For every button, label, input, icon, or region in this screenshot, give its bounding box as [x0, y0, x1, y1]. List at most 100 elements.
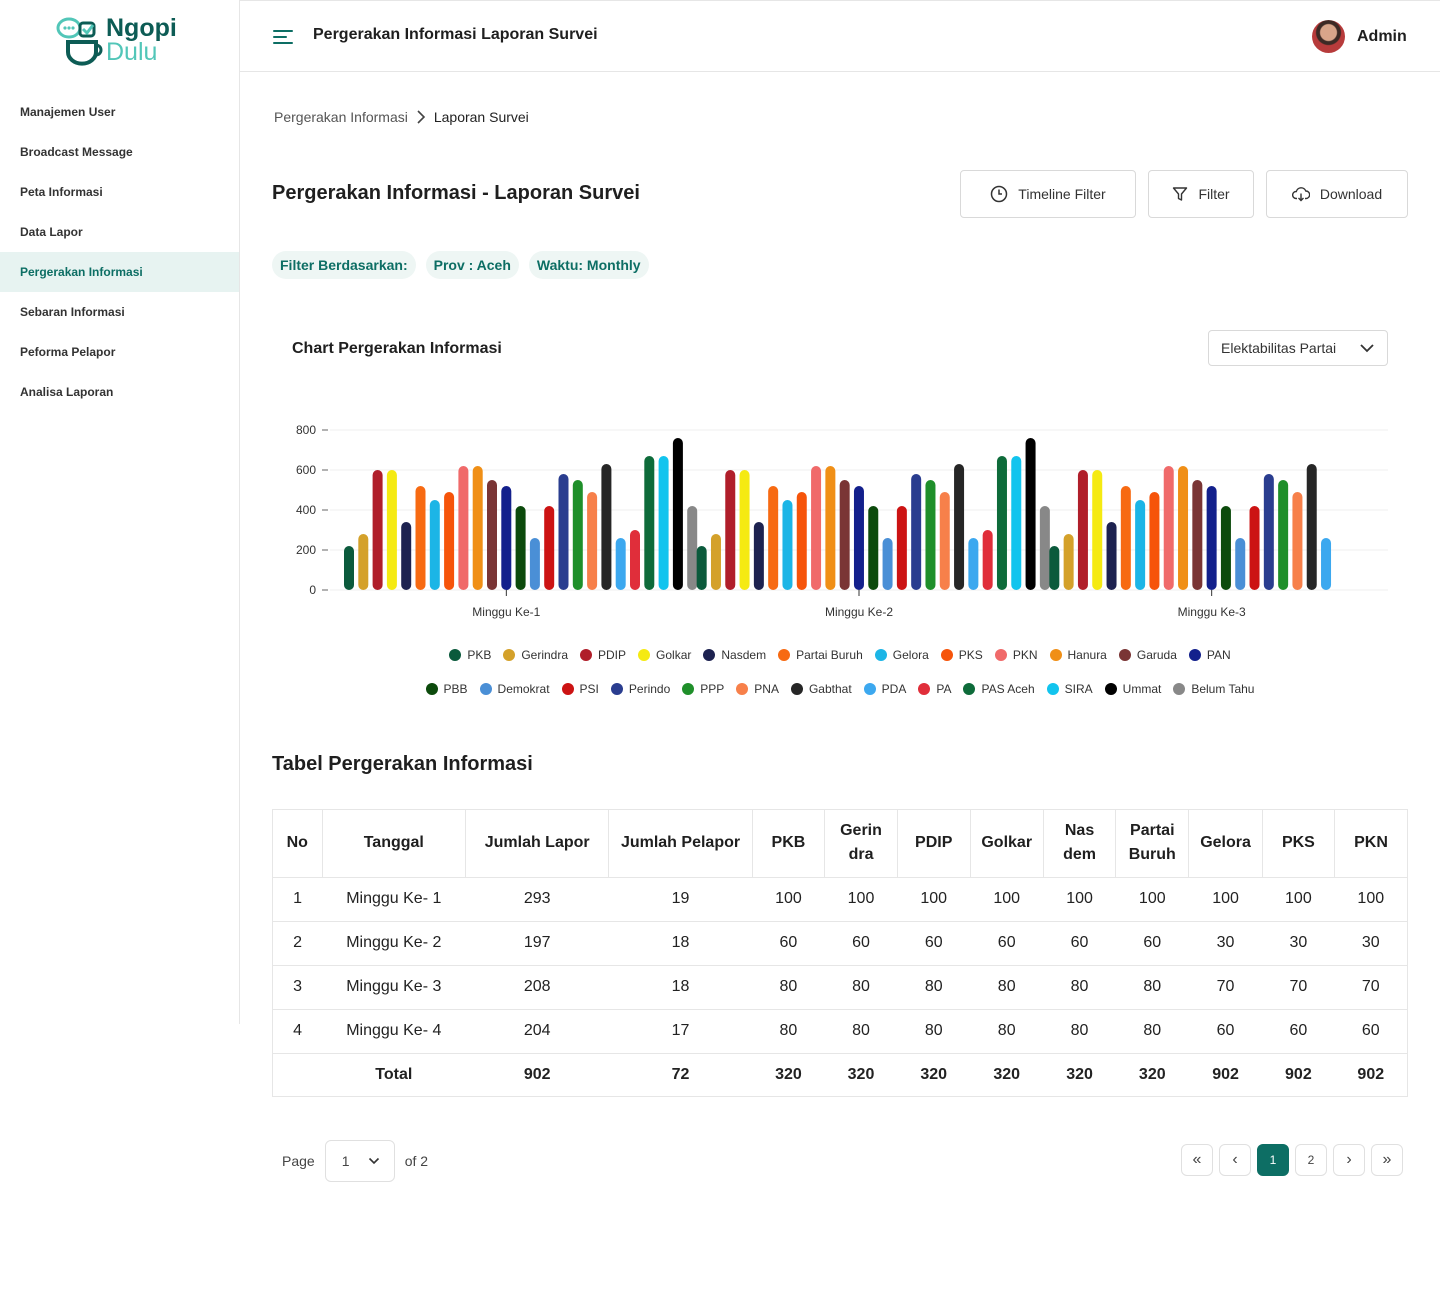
table-cell: 320	[847, 1066, 875, 1084]
table-cell: 1	[273, 877, 323, 922]
legend-item[interactable]: SIRA	[1046, 682, 1093, 696]
table-cell: 70	[1188, 965, 1263, 1010]
download-button[interactable]: Download	[1266, 170, 1408, 218]
legend-item[interactable]: PKB	[449, 648, 491, 662]
page-label: Page	[282, 1153, 315, 1169]
legend-item[interactable]: Nasdem	[703, 648, 766, 662]
table-cell: 3	[273, 965, 323, 1010]
legend-item[interactable]: PKS	[940, 648, 983, 662]
y-tick-label: 0	[309, 583, 316, 597]
legend-item[interactable]: PAN	[1188, 648, 1231, 662]
legend-item[interactable]: PDIP	[580, 648, 626, 662]
chevron-down-icon	[368, 1157, 379, 1165]
table-cell: Total	[375, 1066, 413, 1084]
sidebar-item-peta-informasi[interactable]: Peta Informasi	[0, 172, 239, 212]
legend-item[interactable]: Gabthat	[790, 682, 852, 696]
sidebar-item-sebaran-informasi[interactable]: Sebaran Informasi	[0, 292, 239, 332]
table-cell: 320	[1138, 1066, 1166, 1084]
table-cell: 320	[993, 1066, 1021, 1084]
bar-perindo	[911, 474, 922, 590]
bar-sira	[1011, 456, 1022, 590]
chart-metric-dropdown[interactable]: Elektabilitas Partai	[1208, 330, 1388, 366]
table-cell: 100	[752, 877, 825, 922]
breadcrumb-parent[interactable]: Pergerakan Informasi	[274, 109, 408, 125]
table-cell: 100	[824, 877, 898, 922]
bar-psi	[1249, 506, 1260, 590]
bar-garuda	[839, 480, 850, 590]
sidebar-item-peforma-pelapor[interactable]: Peforma Pelapor	[0, 332, 239, 372]
legend-label: PAN	[1206, 648, 1231, 662]
menu-icon[interactable]	[273, 28, 295, 46]
legend-swatch	[561, 683, 574, 695]
table-cell: 100	[1188, 877, 1263, 922]
sidebar-item-analisa-laporan[interactable]: Analisa Laporan	[0, 372, 239, 412]
timeline-filter-label: Timeline Filter	[1018, 186, 1106, 202]
table-row: 2 Minggu Ke- 2 197 18 60 60 60 60 60 60 30 30 30	[273, 921, 1407, 966]
legend-item[interactable]: Demokrat	[479, 682, 550, 696]
sidebar-item-data-lapor[interactable]: Data Lapor	[0, 212, 239, 252]
bar-nasdem	[1106, 522, 1117, 590]
legend-item[interactable]: PKN	[994, 648, 1038, 662]
bar-belum-tahu	[687, 506, 698, 590]
legend-item[interactable]: PA	[918, 682, 951, 696]
legend-item[interactable]: Hanura	[1049, 648, 1107, 662]
legend-swatch	[994, 649, 1007, 661]
filter-chip-prov[interactable]: Prov : Aceh	[425, 251, 519, 279]
bar-pbb	[868, 506, 879, 590]
next-page-button[interactable]: ›	[1333, 1144, 1365, 1176]
prev-page-button[interactable]: ‹	[1219, 1144, 1251, 1176]
legend-item[interactable]: Garuda	[1118, 648, 1177, 662]
legend-item[interactable]: PBB	[425, 682, 468, 696]
clock-icon	[991, 185, 1008, 203]
legend-item[interactable]: PAS Aceh	[963, 682, 1035, 696]
legend-item[interactable]: Gerindra	[503, 648, 568, 662]
sidebar-item-pergerakan-informasi[interactable]: Pergerakan Informasi	[0, 252, 239, 292]
sidebar-item-broadcast-message[interactable]: Broadcast Message	[0, 132, 239, 172]
table-cell: 80	[970, 1009, 1044, 1054]
bar-pa	[982, 530, 993, 590]
page-button-1[interactable]: 1	[1257, 1144, 1289, 1176]
bar-ummat	[672, 438, 683, 590]
filter-button[interactable]: Filter	[1148, 170, 1254, 218]
breadcrumb: Pergerakan Informasi Laporan Survei	[274, 109, 529, 125]
column-header: Partai Buruh	[1115, 810, 1190, 878]
legend-item[interactable]: Perindo	[610, 682, 670, 696]
timeline-filter-button[interactable]: Timeline Filter	[960, 170, 1136, 218]
legend-item[interactable]: PSI	[561, 682, 599, 696]
legend-item[interactable]: Golkar	[638, 648, 691, 662]
table-cell: 70	[1262, 965, 1335, 1010]
legend-item[interactable]: PPP	[682, 682, 724, 696]
chevron-right-icon	[417, 110, 425, 124]
legend-item[interactable]: PNA	[736, 682, 779, 696]
table-cell: 2	[273, 921, 323, 966]
filter-chip-time[interactable]: Waktu: Monthly	[528, 251, 649, 279]
bar-gabthat	[601, 464, 612, 590]
legend-swatch	[874, 649, 887, 661]
legend-swatch	[425, 683, 438, 695]
column-header: Gelora	[1188, 810, 1263, 878]
legend-item[interactable]: Gelora	[874, 648, 929, 662]
avatar[interactable]	[1312, 20, 1345, 53]
legend-label: PKB	[467, 648, 492, 662]
table-cell: 100	[1043, 877, 1116, 922]
page-button-2[interactable]: 2	[1295, 1144, 1327, 1176]
last-page-button[interactable]: »	[1371, 1144, 1403, 1176]
page-select[interactable]: 1	[324, 1140, 395, 1182]
logo-cup-icon	[56, 17, 103, 66]
legend-item[interactable]: PDA	[863, 682, 906, 696]
legend-swatch	[479, 683, 492, 695]
table-cell: 30	[1334, 921, 1407, 966]
user-name[interactable]: Admin	[1357, 28, 1407, 46]
bar-pkn	[811, 466, 822, 590]
legend-item[interactable]: Ummat	[1104, 682, 1161, 696]
legend-swatch	[778, 649, 791, 661]
sidebar-item-manajemen-user[interactable]: Manajemen User	[0, 92, 239, 132]
table-header-row: No Tanggal Jumlah Lapor Jumlah Pelapor PKB Ge…	[273, 810, 1407, 878]
app-logo[interactable]: Ngopi Dulu	[56, 14, 196, 70]
legend-item[interactable]: Belum Tahu	[1173, 682, 1254, 696]
legend-label: Gelora	[892, 648, 929, 662]
first-page-button[interactable]: «	[1181, 1144, 1213, 1176]
table-cell: 320	[1066, 1066, 1093, 1084]
legend-item[interactable]: Partai Buruh	[778, 648, 863, 662]
table-cell: 18	[608, 921, 753, 966]
